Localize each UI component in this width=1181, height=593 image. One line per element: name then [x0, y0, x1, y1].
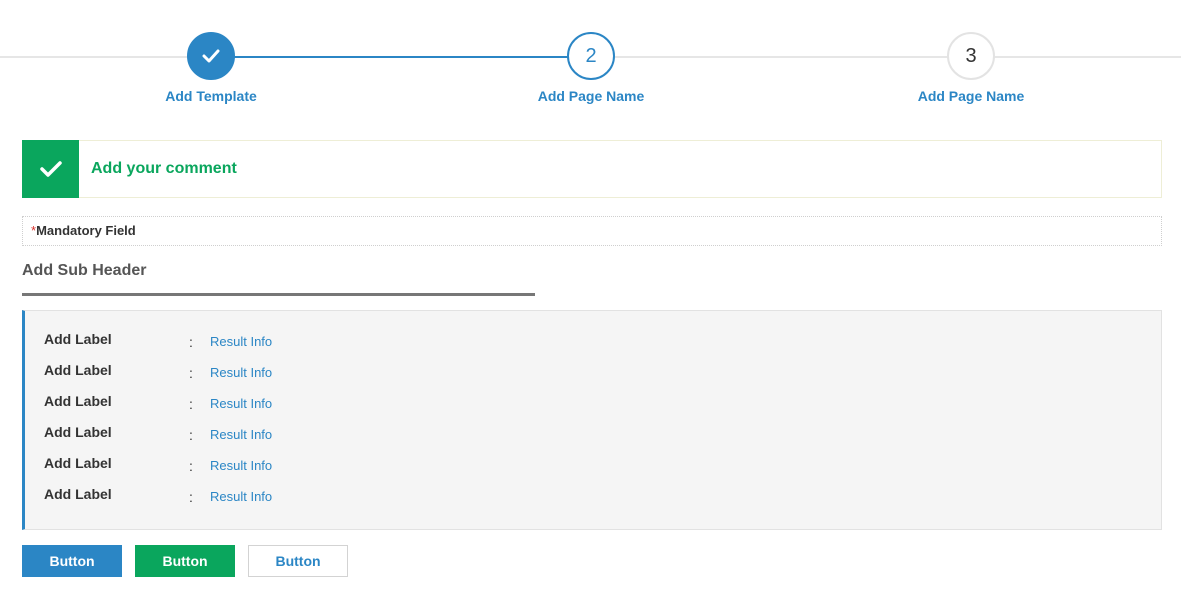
- info-value[interactable]: Result Info: [210, 427, 272, 442]
- step-2[interactable]: 2 Add Page Name: [491, 32, 691, 104]
- step-3[interactable]: 3 Add Page Name: [871, 32, 1071, 104]
- banner-icon-box: [22, 139, 79, 198]
- mandatory-note: *Mandatory Field: [22, 216, 1162, 246]
- info-colon: :: [189, 365, 193, 381]
- success-button[interactable]: Button: [135, 545, 235, 577]
- info-value[interactable]: Result Info: [210, 458, 272, 473]
- step-2-label: Add Page Name: [537, 88, 645, 104]
- primary-button[interactable]: Button: [22, 545, 122, 577]
- outline-button[interactable]: Button: [248, 545, 348, 577]
- step-1[interactable]: Add Template: [111, 32, 311, 104]
- info-colon: :: [189, 458, 193, 474]
- progress-stepper: Add Template 2 Add Page Name 3 Add Page …: [0, 0, 1181, 120]
- mandatory-text: Mandatory Field: [36, 223, 136, 238]
- info-label: Add Label: [44, 362, 112, 378]
- step-2-circle[interactable]: 2: [567, 32, 615, 80]
- info-value[interactable]: Result Info: [210, 365, 272, 380]
- info-panel: Add Label : Result Info Add Label : Resu…: [22, 310, 1162, 530]
- info-colon: :: [189, 489, 193, 505]
- info-label: Add Label: [44, 424, 112, 440]
- info-label: Add Label: [44, 393, 112, 409]
- info-label: Add Label: [44, 486, 112, 502]
- info-value[interactable]: Result Info: [210, 396, 272, 411]
- info-colon: :: [189, 334, 193, 350]
- check-icon: [39, 160, 62, 177]
- info-colon: :: [189, 396, 193, 412]
- sub-header-underline: [22, 293, 535, 296]
- banner-text: Add your comment: [91, 160, 237, 177]
- comment-banner: Add your comment: [22, 139, 1162, 198]
- sub-header-title: Add Sub Header: [22, 262, 147, 279]
- info-colon: :: [189, 427, 193, 443]
- step-1-label: Add Template: [165, 88, 257, 104]
- step-1-circle[interactable]: [187, 32, 235, 80]
- info-value[interactable]: Result Info: [210, 489, 272, 504]
- step-3-label: Add Page Name: [917, 88, 1025, 104]
- info-label: Add Label: [44, 455, 112, 471]
- info-value[interactable]: Result Info: [210, 334, 272, 349]
- info-label: Add Label: [44, 331, 112, 347]
- step-3-circle[interactable]: 3: [947, 32, 995, 80]
- check-icon: [202, 49, 220, 63]
